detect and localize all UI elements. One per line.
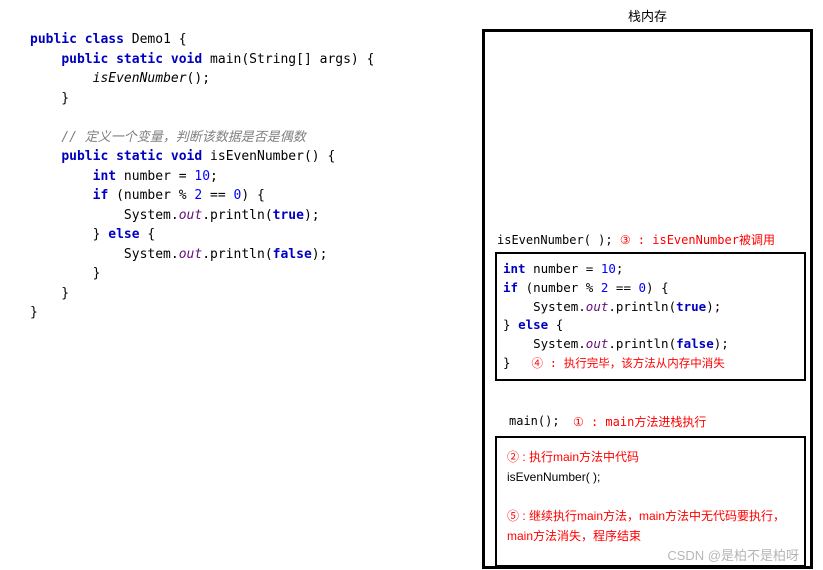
annotation-2: ② : 执行main方法中代码 (507, 448, 798, 468)
blank-line (30, 108, 466, 128)
code-line: System.out.println(true); (503, 298, 800, 317)
stack-outer-box: isEvenNumber( ); ③ : isEvenNumber被调用 int… (482, 29, 813, 569)
code-line: } else { (503, 316, 800, 335)
call-label: isEvenNumber( ); (507, 468, 798, 488)
code-line: } (30, 303, 466, 323)
call-label: isEvenNumber( ); (497, 233, 613, 247)
code-line: if (number % 2 == 0) { (503, 279, 800, 298)
main-label: main(); (509, 414, 560, 428)
code-line: } ④ : 执行完毕，该方法从内存中消失 (503, 354, 800, 373)
code-line: if (number % 2 == 0) { (30, 186, 466, 206)
code-panel: public class Demo1 { public static void … (0, 0, 476, 570)
code-line: } (30, 89, 466, 109)
comment-line: // 定义一个变量，判断该数据是否是偶数 (30, 128, 466, 148)
annotation-1: ① : main方法进栈执行 (573, 413, 706, 430)
code-line: } (30, 264, 466, 284)
code-line: public static void main(String[] args) { (30, 50, 466, 70)
watermark: CSDN @是柏不是柏呀 (667, 545, 799, 564)
code-line: public class Demo1 { (30, 30, 466, 50)
annotation-3: isEvenNumber( ); ③ : isEvenNumber被调用 (497, 231, 775, 248)
stack-title: 栈内存 (482, 6, 813, 25)
code-line: System.out.println(true); (30, 206, 466, 226)
code-line: int number = 10; (30, 167, 466, 187)
code-line: System.out.println(false); (503, 335, 800, 354)
code-line: int number = 10; (503, 260, 800, 279)
annotation-text: ③ : isEvenNumber被调用 (620, 233, 775, 247)
stack-panel: 栈内存 isEvenNumber( ); ③ : isEvenNumber被调用… (476, 0, 823, 570)
annotation-4: ④ : 执行完毕，该方法从内存中消失 (525, 356, 725, 370)
annotation-5: ⑤ : 继续执行main方法，main方法中无代码要执行，main方法消失，程序… (507, 507, 798, 547)
code-line: public static void isEvenNumber() { (30, 147, 466, 167)
code-line: } (30, 284, 466, 304)
code-line: } else { (30, 225, 466, 245)
code-line: System.out.println(false); (30, 245, 466, 265)
code-line: isEvenNumber(); (30, 69, 466, 89)
stack-frame-isEvenNumber: int number = 10; if (number % 2 == 0) { … (495, 252, 806, 381)
